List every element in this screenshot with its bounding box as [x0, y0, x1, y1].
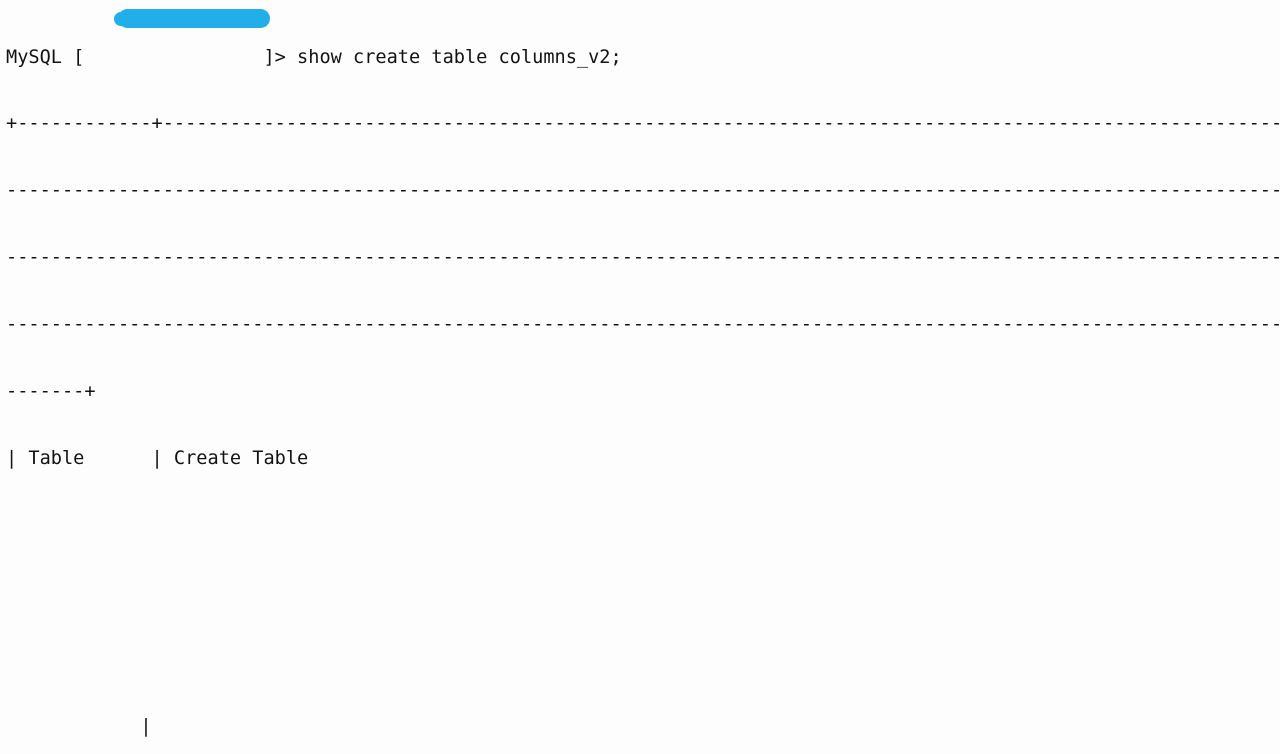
separator-line-top-4: ----------------------------------------…	[6, 314, 1280, 336]
blank-line-2	[6, 582, 1280, 604]
blank-line-1	[6, 515, 1280, 537]
terminal-window[interactable]: MySQL [ ]> show create table columns_v2;…	[0, 0, 1280, 754]
separator-line-top-1: +------------+--------------------------…	[6, 113, 1280, 135]
table-header-row-close: |	[6, 715, 152, 737]
separator-line-top-3: ----------------------------------------…	[6, 247, 1280, 269]
separator-line-top-2: ----------------------------------------…	[6, 180, 1280, 202]
prompt-line: MySQL [ ]> show create table columns_v2;	[6, 46, 622, 68]
terminal-output: MySQL [ ]> show create table columns_v2;…	[6, 2, 1280, 754]
blank-line-3	[6, 649, 1280, 671]
separator-line-top-5: -------+	[6, 381, 96, 403]
table-header-row: | Table | Create Table	[6, 447, 309, 469]
